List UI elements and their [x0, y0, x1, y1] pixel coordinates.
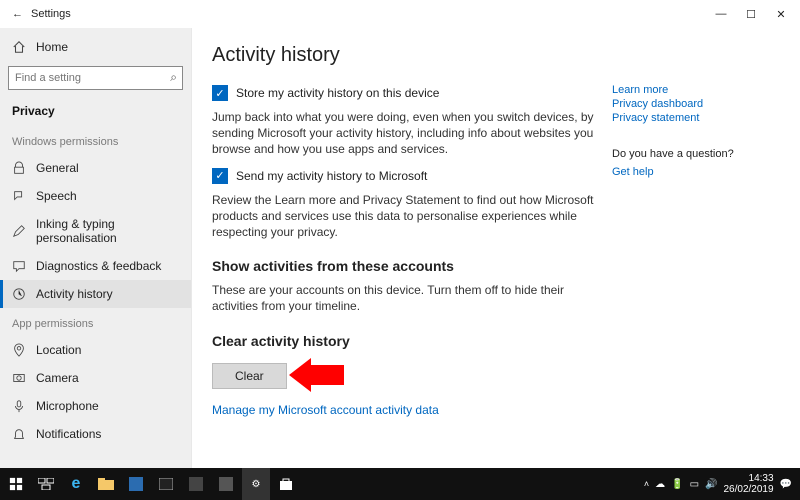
sidebar-item-label: Microphone [36, 399, 99, 413]
sidebar-item-speech[interactable]: Speech [0, 182, 191, 210]
clock-date: 26/02/2019 [723, 484, 773, 495]
sidebar-item-label: Location [36, 343, 81, 357]
search-icon: ⌕ [170, 70, 177, 85]
taskbar-settings-icon[interactable]: ⚙ [242, 468, 270, 500]
taskbar-store-icon[interactable] [272, 468, 300, 500]
sidebar-item-label: Inking & typing personalisation [36, 217, 179, 245]
sidebar-section-privacy[interactable]: Privacy [0, 96, 191, 126]
lock-icon [12, 161, 26, 175]
annotation-arrow [310, 365, 344, 388]
sidebar-home[interactable]: Home [0, 34, 191, 60]
checkbox-store-history-label: Store my activity history on this device [236, 86, 439, 100]
taskbar-terminal-icon[interactable] [152, 468, 180, 500]
sidebar-item-inking[interactable]: Inking & typing personalisation [0, 210, 191, 252]
clear-history-heading: Clear activity history [212, 333, 600, 349]
sidebar-item-microphone[interactable]: Microphone [0, 392, 191, 420]
sidebar-item-camera[interactable]: Camera [0, 364, 191, 392]
taskbar-app-icon[interactable] [122, 468, 150, 500]
sidebar-group-app-permissions: App permissions [0, 308, 191, 336]
maximize-button[interactable]: ☐ [736, 3, 766, 25]
feedback-icon [12, 259, 26, 273]
taskbar-app2-icon[interactable] [182, 468, 210, 500]
bell-icon [12, 427, 26, 441]
close-button[interactable]: ✕ [766, 3, 796, 25]
sidebar-item-label: Diagnostics & feedback [36, 259, 161, 273]
taskbar-explorer-icon[interactable] [92, 468, 120, 500]
back-icon[interactable]: ← [12, 8, 23, 20]
search-input[interactable] [8, 66, 183, 90]
help-question: Do you have a question? [612, 148, 772, 160]
action-center-icon[interactable]: 💬 [780, 479, 792, 490]
description-privacy-statement: Review the Learn more and Privacy Statem… [212, 192, 600, 241]
location-icon [12, 343, 26, 357]
sidebar-item-location[interactable]: Location [0, 336, 191, 364]
accounts-description: These are your accounts on this device. … [212, 282, 600, 314]
get-help-link[interactable]: Get help [612, 166, 772, 178]
speech-icon [12, 189, 26, 203]
checkbox-send-microsoft-label: Send my activity history to Microsoft [236, 169, 427, 183]
sidebar-item-activity-history[interactable]: Activity history [0, 280, 191, 308]
window-titlebar: ← Settings — ☐ ✕ [0, 0, 800, 28]
home-icon [12, 40, 26, 54]
pen-icon [12, 224, 26, 238]
checkbox-store-history[interactable]: ✓ [212, 85, 228, 101]
sidebar-item-label: Activity history [36, 287, 113, 301]
sidebar-item-label: General [36, 161, 79, 175]
privacy-dashboard-link[interactable]: Privacy dashboard [612, 98, 772, 110]
app-title: Settings [31, 8, 71, 20]
checkbox-send-microsoft[interactable]: ✓ [212, 168, 228, 184]
sidebar-item-general[interactable]: General [0, 154, 191, 182]
sidebar-group-windows-permissions: Windows permissions [0, 126, 191, 154]
accounts-heading: Show activities from these accounts [212, 258, 600, 274]
start-button[interactable] [2, 468, 30, 500]
clock-time: 14:33 [723, 473, 773, 484]
taskbar-edge-icon[interactable]: e [62, 468, 90, 500]
sidebar-item-label: Notifications [36, 427, 101, 441]
description-store-history: Jump back into what you were doing, even… [212, 109, 600, 158]
learn-more-link[interactable]: Learn more [612, 84, 772, 96]
minimize-button[interactable]: — [706, 3, 736, 25]
taskbar-clock[interactable]: 14:33 26/02/2019 [723, 473, 773, 495]
task-view-icon[interactable] [32, 468, 60, 500]
settings-sidebar: Home ⌕ Privacy Windows permissions Gener… [0, 28, 192, 468]
taskbar-app3-icon[interactable] [212, 468, 240, 500]
manage-account-link[interactable]: Manage my Microsoft account activity dat… [212, 403, 439, 417]
sidebar-item-diagnostics[interactable]: Diagnostics & feedback [0, 252, 191, 280]
microphone-icon [12, 399, 26, 413]
taskbar: e ⚙ ˄ ☁ 🔋 ▭ 🔊 14:33 26/02/2019 💬 [0, 468, 800, 500]
sidebar-item-label: Speech [36, 189, 77, 203]
history-icon [12, 287, 26, 301]
tray-onedrive-icon[interactable]: ☁ [655, 479, 665, 490]
tray-battery-icon[interactable]: 🔋 [671, 479, 683, 490]
sidebar-home-label: Home [36, 40, 68, 54]
tray-volume-icon[interactable]: 🔊 [705, 479, 717, 490]
camera-icon [12, 371, 26, 385]
tray-chevron-icon[interactable]: ˄ [644, 479, 649, 489]
page-title: Activity history [212, 44, 600, 67]
sidebar-item-label: Camera [36, 371, 79, 385]
clear-button[interactable]: Clear [212, 363, 287, 389]
sidebar-item-notifications[interactable]: Notifications [0, 420, 191, 448]
tray-network-icon[interactable]: ▭ [690, 479, 699, 490]
related-links-panel: Learn more Privacy dashboard Privacy sta… [612, 38, 772, 458]
privacy-statement-link[interactable]: Privacy statement [612, 112, 772, 124]
main-content: Activity history ✓ Store my activity his… [212, 38, 612, 458]
